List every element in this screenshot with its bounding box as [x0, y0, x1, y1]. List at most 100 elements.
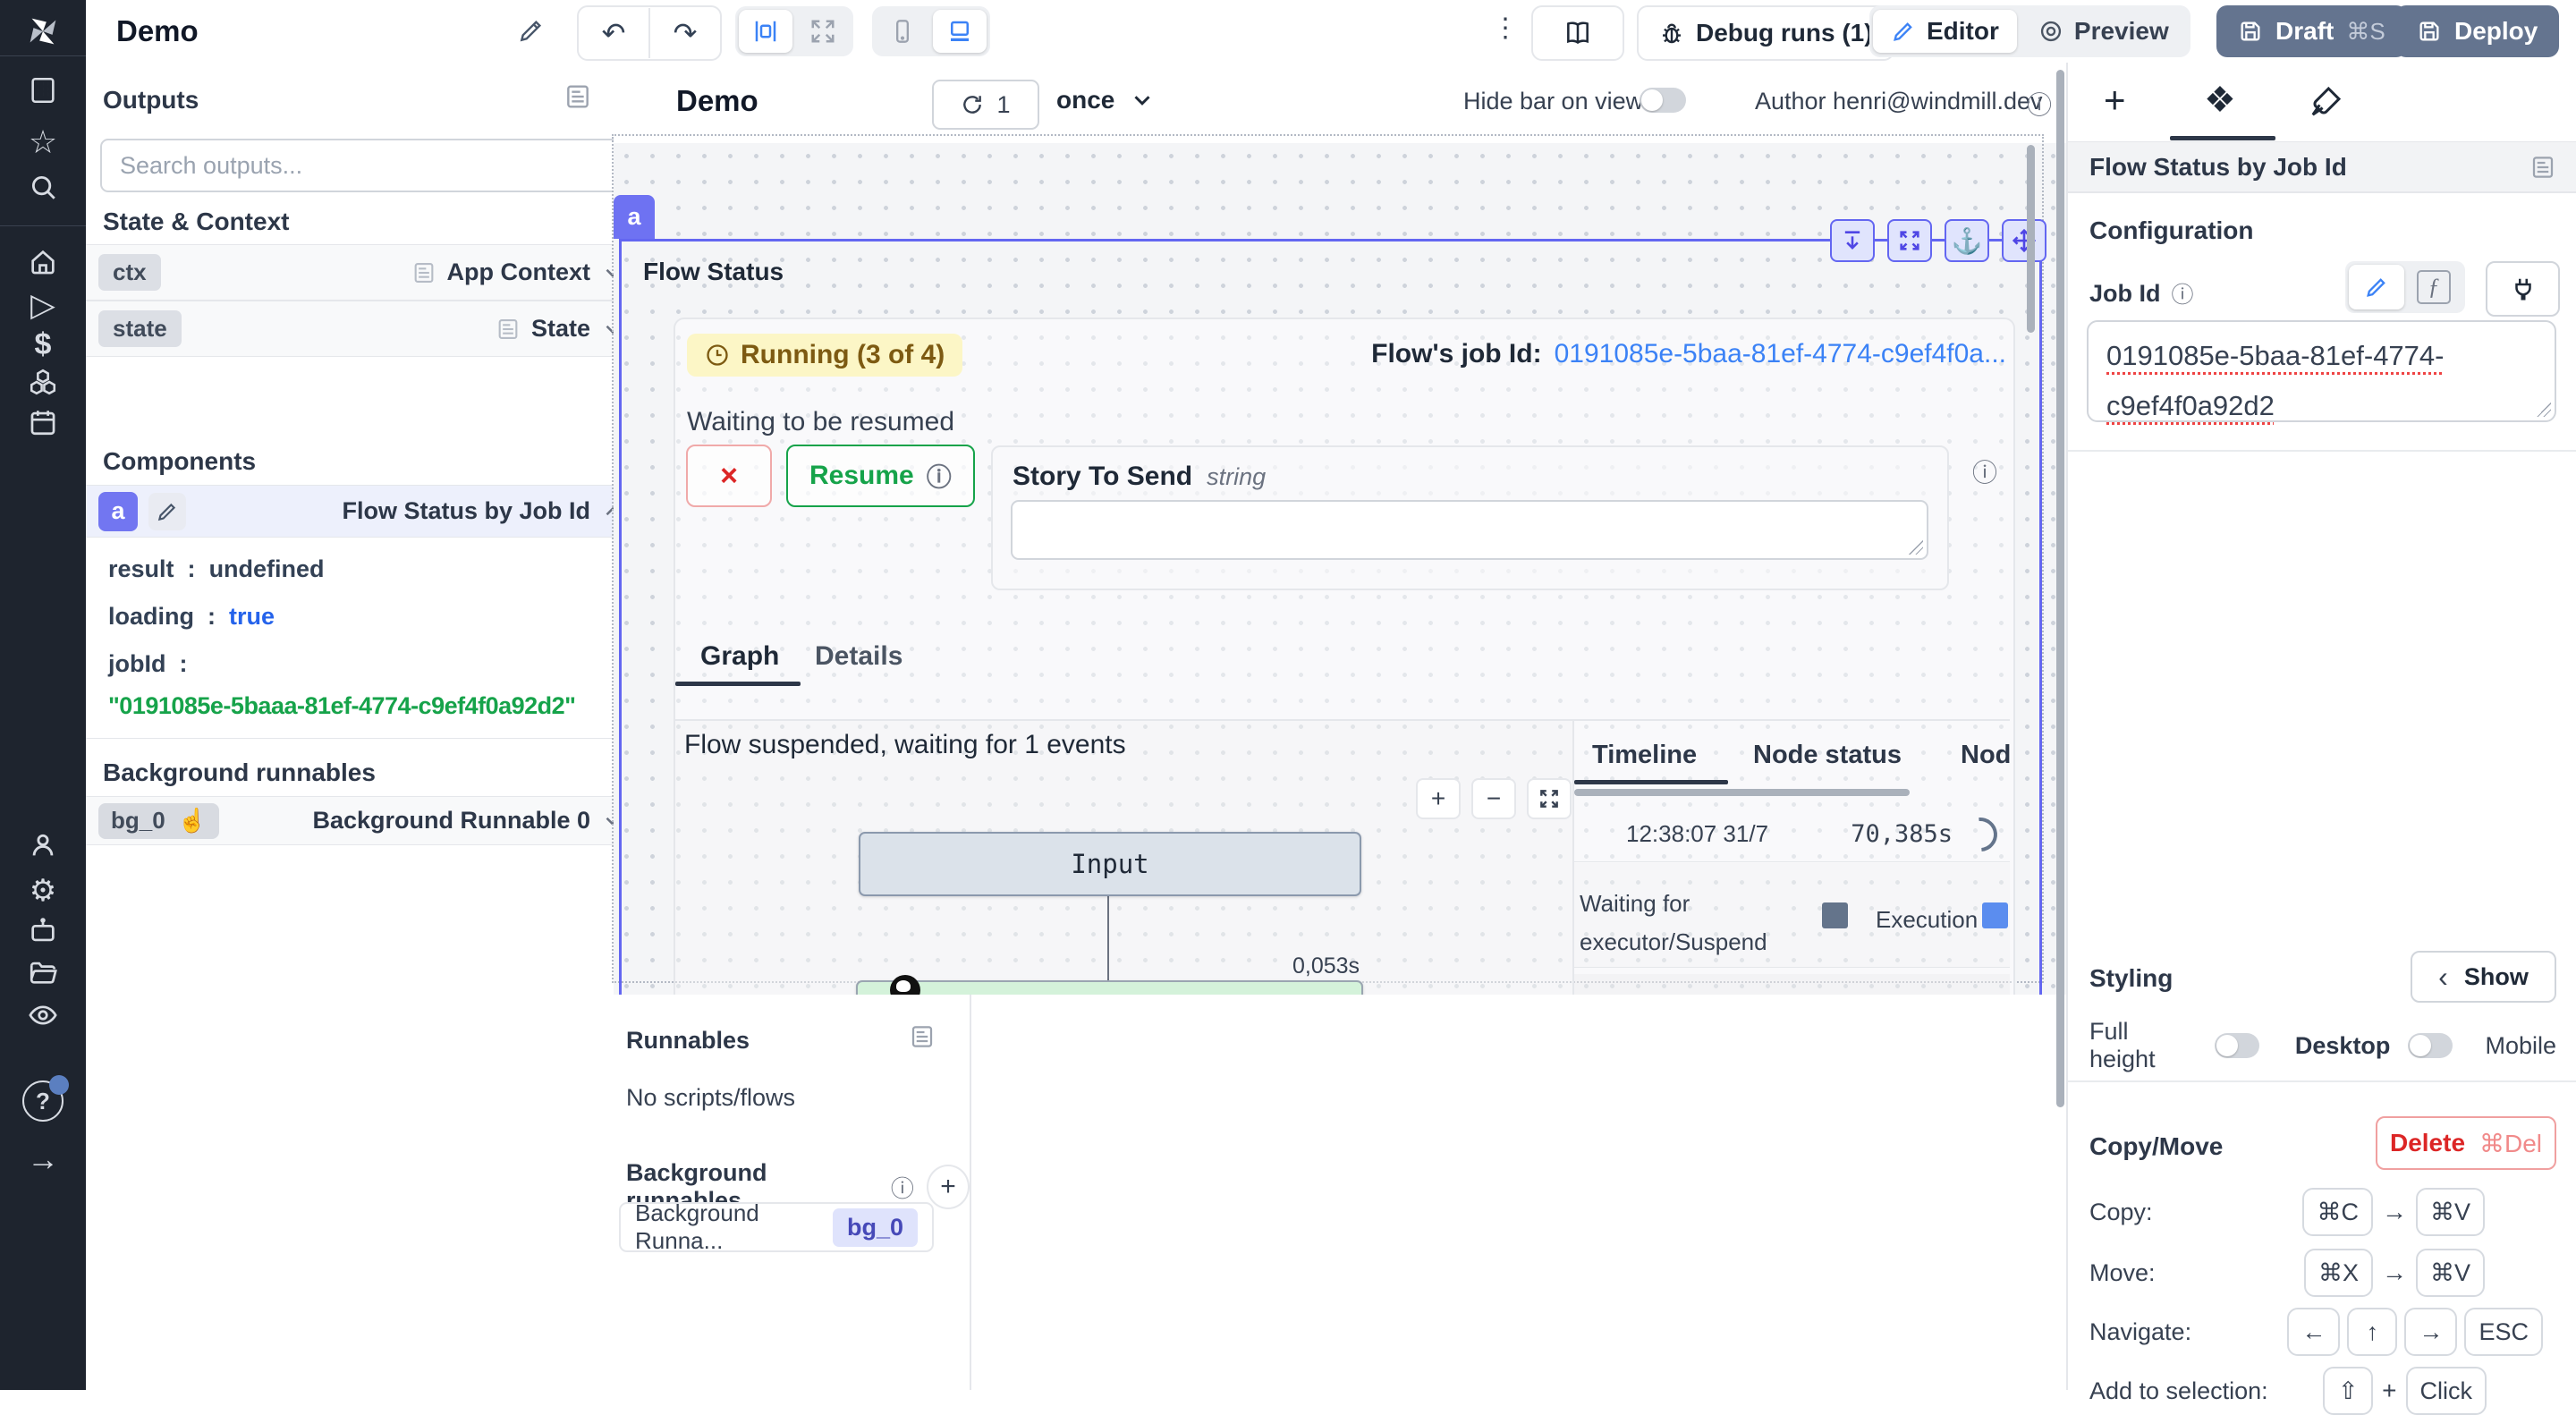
- refresh-control[interactable]: 1: [932, 80, 1039, 130]
- docs-button[interactable]: [1531, 5, 1624, 61]
- add-background-runnable-button[interactable]: +: [927, 1165, 970, 1209]
- tab-component-settings-icon[interactable]: ❖: [2204, 82, 2236, 118]
- variables-dollar-icon[interactable]: $: [0, 327, 86, 362]
- ctx-row[interactable]: ctx App Context: [86, 244, 637, 301]
- flow-status-card: Running (3 of 4) Flow's job Id: 0191085e…: [674, 318, 2015, 1072]
- graph-fullscreen-button[interactable]: [1527, 778, 1572, 819]
- static-input-button[interactable]: [2349, 265, 2404, 309]
- resize-handle[interactable]: [2537, 402, 2551, 417]
- component-tag[interactable]: a: [614, 195, 655, 239]
- schedule-dropdown[interactable]: once: [1056, 86, 1156, 114]
- resize-handle[interactable]: [1909, 540, 1923, 555]
- info-icon[interactable]: ⓘ: [1972, 453, 1997, 489]
- author-label: Author henri@windmill.dev: [1755, 88, 2043, 115]
- redo-button[interactable]: ↷: [650, 12, 720, 55]
- audit-eye-icon[interactable]: [0, 1000, 86, 1030]
- search-outputs-input[interactable]: [100, 139, 633, 192]
- shortcut-label: Move:: [2089, 1259, 2156, 1287]
- tab-editor[interactable]: Editor: [1873, 10, 2017, 53]
- panel-doc-icon[interactable]: [564, 82, 592, 111]
- node-input[interactable]: Input: [859, 832, 1361, 896]
- kv-key[interactable]: loading: [108, 603, 194, 630]
- show-styling-button[interactable]: ‹ Show: [2411, 951, 2556, 1003]
- hide-bar-toggle[interactable]: [1640, 88, 1686, 113]
- runs-play-icon[interactable]: ▷: [0, 286, 86, 324]
- story-textarea[interactable]: [1011, 500, 1928, 560]
- tab-insert-plus-icon[interactable]: +: [2104, 82, 2126, 118]
- expand-icon: [809, 18, 836, 45]
- help-icon[interactable]: ?: [0, 1080, 86, 1122]
- component-row-selected[interactable]: a Flow Status by Job Id: [86, 485, 637, 538]
- save-icon: [2417, 19, 2442, 44]
- job-id-field-label: Job Id ⓘ: [2089, 277, 2194, 309]
- canvas-grid[interactable]: a ⚓ Flow Status: [614, 143, 2066, 995]
- centered-layout-button[interactable]: [739, 10, 792, 53]
- full-height-toggle[interactable]: [2215, 1033, 2259, 1058]
- resume-label: Resume: [809, 461, 914, 491]
- kv-key[interactable]: result: [108, 555, 174, 582]
- home-icon[interactable]: [0, 247, 86, 277]
- collapse-arrow-icon[interactable]: →: [0, 1140, 86, 1178]
- info-icon[interactable]: ⓘ: [2027, 86, 2052, 122]
- delete-button[interactable]: Delete ⌘Del: [2376, 1116, 2556, 1170]
- outputs-panel: Outputs State & Context ctx App Context …: [86, 63, 615, 1390]
- undo-button[interactable]: ↶: [579, 12, 648, 55]
- job-id-link[interactable]: 0191085e-5baa-81ef-4774-c9ef4f0a...: [1555, 339, 2006, 369]
- expr-input-button[interactable]: ƒ: [2406, 265, 2462, 309]
- schedule-value: once: [1056, 86, 1114, 114]
- job-id-value-line1: 0191085e-5baa-81ef-4774-: [2106, 331, 2537, 381]
- panel-doc-icon[interactable]: [2529, 154, 2556, 181]
- more-menu-button[interactable]: ⋮: [1492, 13, 1520, 44]
- workers-robot-icon[interactable]: [0, 916, 86, 946]
- graph-zoom-out-button[interactable]: −: [1471, 778, 1516, 819]
- tab-node-status[interactable]: Node status: [1753, 741, 1902, 770]
- job-id-value-line2: c9ef4f0a92d2: [2106, 381, 2537, 431]
- graph-zoom-in-button[interactable]: +: [1416, 778, 1461, 819]
- draft-button[interactable]: Draft ⌘S: [2216, 5, 2407, 57]
- flow-status-component[interactable]: a ⚓ Flow Status: [619, 239, 2042, 1078]
- background-runnable-row[interactable]: bg_0 ☝ Background Runnable 0: [86, 796, 637, 845]
- tab-timeline[interactable]: Timeline: [1592, 741, 1697, 770]
- settings-gear-icon[interactable]: ⚙: [0, 873, 86, 909]
- mobile-view-button[interactable]: [876, 10, 929, 53]
- panel-doc-icon[interactable]: [909, 1023, 936, 1050]
- folders-icon[interactable]: [0, 957, 86, 987]
- canvas-scrollbar[interactable]: [2027, 145, 2035, 333]
- tab-graph[interactable]: Graph: [700, 641, 779, 672]
- kv-key[interactable]: jobId: [108, 650, 165, 677]
- function-icon: ƒ: [2417, 270, 2451, 304]
- tab-node-definition[interactable]: Node: [1961, 741, 2010, 770]
- tab-preview[interactable]: Preview: [2021, 10, 2187, 53]
- schedules-calendar-icon[interactable]: [0, 407, 86, 437]
- job-id-textarea[interactable]: 0191085e-5baa-81ef-4774- c9ef4f0a92d2: [2087, 320, 2556, 422]
- tab-styling-brush-icon[interactable]: [2308, 84, 2343, 120]
- user-icon[interactable]: [0, 830, 86, 860]
- deploy-button[interactable]: Deploy: [2395, 5, 2559, 57]
- rename-component-icon[interactable]: [148, 493, 186, 530]
- favorites-star-icon[interactable]: ☆: [0, 123, 86, 161]
- arrow-sep: →: [2382, 1258, 2407, 1287]
- windmill-logo[interactable]: [0, 11, 86, 52]
- doc-icon: [411, 260, 436, 285]
- panel-tabs: + ❖: [2068, 63, 2576, 143]
- kbd-key: ESC: [2464, 1308, 2543, 1356]
- resume-button[interactable]: Resume ⓘ: [786, 445, 975, 507]
- bg0-label: Background Runnable 0: [312, 807, 590, 835]
- debug-runs-button[interactable]: Debug runs (1): [1637, 5, 1894, 61]
- tab-details[interactable]: Details: [815, 641, 902, 672]
- page-scrollbar[interactable]: [2056, 70, 2064, 1107]
- resources-cubes-icon[interactable]: [0, 367, 86, 397]
- background-runnable-item[interactable]: Background Runna... bg_0: [619, 1202, 934, 1252]
- show-label: Show: [2464, 963, 2529, 991]
- desktop-view-button[interactable]: [933, 10, 987, 53]
- rename-app-icon[interactable]: [517, 16, 546, 45]
- state-row[interactable]: state State: [86, 301, 637, 357]
- full-width-layout-button[interactable]: [796, 10, 850, 53]
- connect-input-button[interactable]: [2486, 261, 2560, 317]
- apps-icon[interactable]: [0, 75, 86, 106]
- search-icon[interactable]: [0, 172, 86, 202]
- info-icon: ⓘ: [891, 1171, 914, 1204]
- desktop-toggle[interactable]: [2408, 1033, 2453, 1058]
- cancel-button[interactable]: ×: [686, 445, 772, 507]
- horizontal-scrollbar[interactable]: [1574, 789, 1910, 796]
